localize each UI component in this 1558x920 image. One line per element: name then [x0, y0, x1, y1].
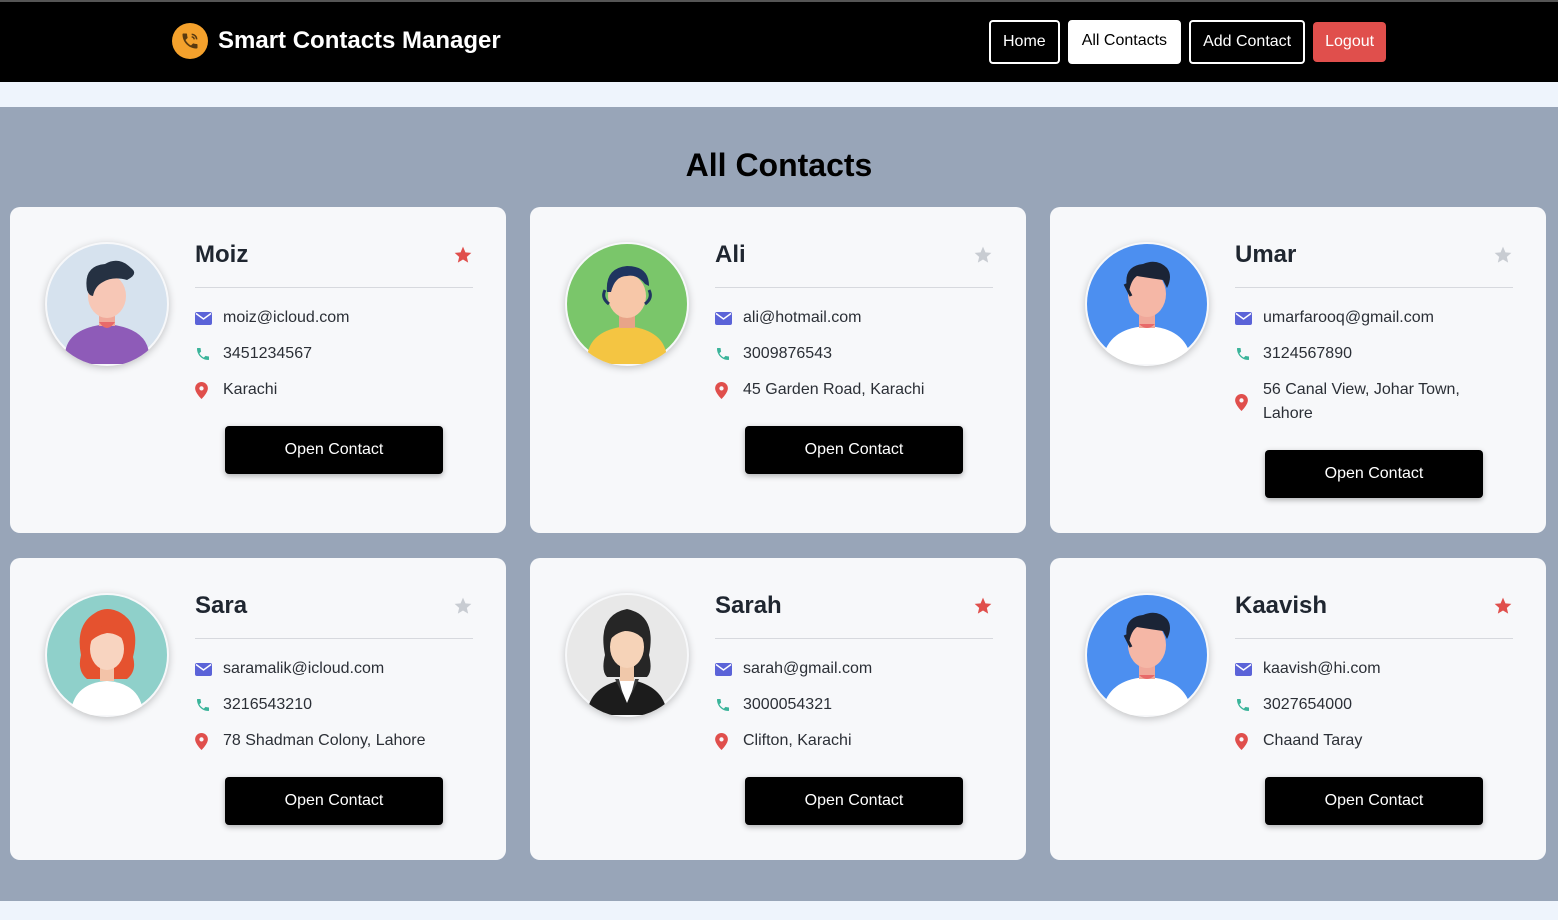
phone-icon	[1235, 342, 1253, 366]
contact-header: Umar	[1235, 241, 1513, 288]
logout-button[interactable]: Logout	[1313, 22, 1387, 62]
contact-email: saramalik@icloud.com	[223, 660, 385, 677]
contact-info: Sara saramalik@icloud.com 3216543210 78 …	[195, 592, 473, 753]
contact-info: Moiz moiz@icloud.com 3451234567 Karachi	[195, 241, 473, 402]
contact-email: sarah@gmail.com	[743, 660, 873, 677]
email-icon	[715, 657, 733, 681]
app-title: Smart Contacts Manager	[218, 27, 501, 54]
avatar	[45, 593, 169, 717]
phone-icon	[195, 342, 213, 366]
contact-phone: 3124567890	[1263, 345, 1352, 362]
open-contact-button[interactable]: Open Contact	[225, 777, 443, 825]
page-footer-strip	[0, 901, 1558, 920]
contact-email: ali@hotmail.com	[743, 309, 862, 326]
avatar	[565, 593, 689, 717]
email-icon	[1235, 306, 1253, 330]
nav-all-contacts-button[interactable]: All Contacts	[1067, 20, 1182, 64]
contact-name[interactable]: Ali	[715, 241, 993, 269]
main-content: All Contacts Moiz moiz@icloud.com 345123…	[0, 107, 1558, 901]
location-icon	[1235, 390, 1253, 414]
contact-card: Ali ali@hotmail.com 3009876543 45 Garden…	[530, 207, 1026, 533]
contact-phone: 3451234567	[223, 345, 312, 362]
navbar: Smart Contacts Manager Home All Contacts…	[0, 2, 1558, 82]
contact-header: Sarah	[715, 592, 993, 639]
avatar	[565, 242, 689, 366]
open-contact-button[interactable]: Open Contact	[1265, 777, 1483, 825]
email-icon	[195, 657, 213, 681]
contact-name[interactable]: Kaavish	[1235, 592, 1513, 620]
contact-card: Moiz moiz@icloud.com 3451234567 Karachi …	[10, 207, 506, 533]
contact-phone: 3216543210	[223, 696, 312, 713]
location-icon	[195, 378, 213, 402]
contact-header: Sara	[195, 592, 473, 639]
contact-email: umarfarooq@gmail.com	[1263, 309, 1434, 326]
contact-address: 56 Canal View, Johar Town, Lahore	[1263, 381, 1460, 422]
phone-icon	[715, 693, 733, 717]
contact-card: Kaavish kaavish@hi.com 3027654000 Chaand…	[1050, 558, 1546, 860]
nav-home-button[interactable]: Home	[989, 20, 1060, 64]
contact-email: kaavish@hi.com	[1263, 660, 1381, 677]
email-icon	[195, 306, 213, 330]
email-icon	[715, 306, 733, 330]
avatar	[1085, 593, 1209, 717]
contact-header: Moiz	[195, 241, 473, 288]
contact-phone: 3027654000	[1263, 696, 1352, 713]
contact-info: Umar umarfarooq@gmail.com 3124567890 56 …	[1235, 241, 1513, 426]
contact-card: Sara saramalik@icloud.com 3216543210 78 …	[10, 558, 506, 860]
star-icon[interactable]	[453, 596, 473, 616]
location-icon	[715, 378, 733, 402]
contact-info: Sarah sarah@gmail.com 3000054321 Clifton…	[715, 592, 993, 753]
star-icon[interactable]	[453, 245, 473, 265]
contact-name[interactable]: Sarah	[715, 592, 993, 620]
contact-header: Ali	[715, 241, 993, 288]
phone-icon	[715, 342, 733, 366]
phone-icon	[172, 23, 208, 59]
phone-icon	[195, 693, 213, 717]
brand[interactable]: Smart Contacts Manager	[172, 23, 501, 59]
open-contact-button[interactable]: Open Contact	[745, 777, 963, 825]
contact-name[interactable]: Sara	[195, 592, 473, 620]
contacts-grid: Moiz moiz@icloud.com 3451234567 Karachi …	[10, 207, 1546, 860]
contact-address: Clifton, Karachi	[743, 732, 852, 749]
contact-info: Kaavish kaavish@hi.com 3027654000 Chaand…	[1235, 592, 1513, 753]
contact-info: Ali ali@hotmail.com 3009876543 45 Garden…	[715, 241, 993, 402]
open-contact-button[interactable]: Open Contact	[1265, 450, 1483, 498]
avatar	[45, 242, 169, 366]
contact-name[interactable]: Umar	[1235, 241, 1513, 269]
star-icon[interactable]	[973, 245, 993, 265]
open-contact-button[interactable]: Open Contact	[225, 426, 443, 474]
star-icon[interactable]	[973, 596, 993, 616]
location-icon	[1235, 729, 1253, 753]
nav-add-contact-button[interactable]: Add Contact	[1189, 20, 1306, 64]
contact-name[interactable]: Moiz	[195, 241, 473, 269]
email-icon	[1235, 657, 1253, 681]
contact-email: moiz@icloud.com	[223, 309, 350, 326]
contact-header: Kaavish	[1235, 592, 1513, 639]
star-icon[interactable]	[1493, 245, 1513, 265]
phone-icon	[1235, 693, 1253, 717]
avatar	[1085, 242, 1209, 366]
star-icon[interactable]	[1493, 596, 1513, 616]
nav-links: Home All Contacts Add Contact Logout	[989, 20, 1387, 64]
contact-phone: 3009876543	[743, 345, 832, 362]
contact-address: 78 Shadman Colony, Lahore	[223, 732, 426, 749]
header-spacer	[0, 82, 1558, 107]
location-icon	[195, 729, 213, 753]
contact-phone: 3000054321	[743, 696, 832, 713]
contact-card: Sarah sarah@gmail.com 3000054321 Clifton…	[530, 558, 1026, 860]
contact-address: Chaand Taray	[1263, 732, 1363, 749]
contact-card: Umar umarfarooq@gmail.com 3124567890 56 …	[1050, 207, 1546, 533]
location-icon	[715, 729, 733, 753]
page-title: All Contacts	[685, 147, 873, 183]
contact-address: 45 Garden Road, Karachi	[743, 381, 925, 398]
open-contact-button[interactable]: Open Contact	[745, 426, 963, 474]
contact-address: Karachi	[223, 381, 278, 398]
